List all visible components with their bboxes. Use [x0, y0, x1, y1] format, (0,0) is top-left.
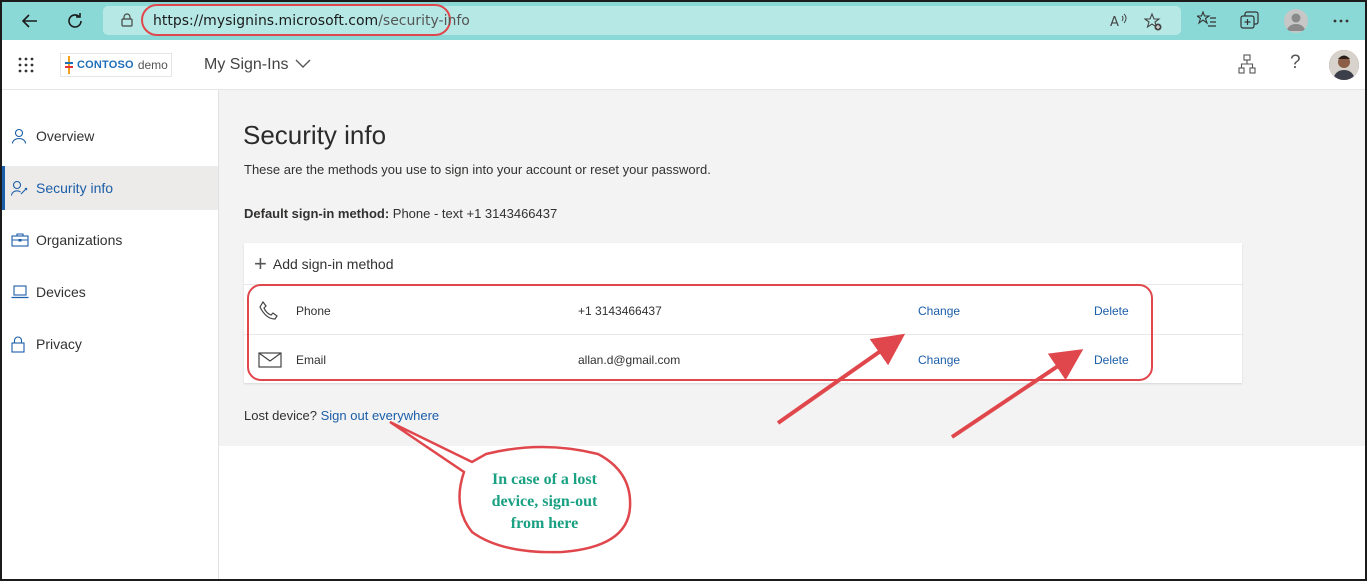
method-row-phone: Phone +1 3143466437 Change Delete	[244, 286, 1242, 335]
add-sign-in-method-button[interactable]: + Add sign-in method	[244, 243, 1242, 285]
user-photo-icon	[1329, 50, 1359, 80]
org-chart-icon[interactable]	[1238, 54, 1256, 74]
sign-out-everywhere-link[interactable]: Sign out everywhere	[321, 408, 440, 423]
change-phone-link[interactable]: Change	[918, 304, 960, 318]
contoso-logo-icon	[65, 56, 73, 74]
browser-profile-avatar[interactable]	[1284, 9, 1308, 33]
more-menu-icon[interactable]	[1333, 19, 1349, 23]
person-icon	[11, 127, 31, 145]
plus-icon: +	[254, 250, 267, 276]
sidebar-item-privacy[interactable]: Privacy	[2, 322, 218, 366]
lost-device-label: Lost device?	[244, 408, 317, 423]
mail-icon	[258, 352, 282, 368]
app-header: CONTOSO demo My Sign-Ins ?	[2, 40, 1365, 90]
main-content: Security info These are the methods you …	[219, 90, 1365, 446]
sidebar-item-label: Overview	[36, 128, 95, 144]
callout-text: In case of a lost device, sign-out from …	[472, 469, 617, 535]
back-button[interactable]	[19, 10, 41, 32]
app-title[interactable]: My Sign-Ins	[204, 56, 288, 74]
app-launcher-icon[interactable]	[18, 57, 34, 73]
delete-email-link[interactable]: Delete	[1094, 353, 1129, 367]
delete-phone-link[interactable]: Delete	[1094, 304, 1129, 318]
default-sign-in-method: Default sign-in method: Phone - text +1 …	[244, 206, 557, 221]
sidebar-item-security-info[interactable]: Security info	[2, 166, 218, 210]
method-type: Phone	[296, 304, 331, 318]
add-method-label: Add sign-in method	[272, 255, 394, 272]
url-text[interactable]: https://mysignins.microsoft.com/security…	[153, 13, 470, 29]
callout-line-3: from here	[510, 515, 579, 532]
callout-line-2: device, sign-out	[491, 493, 598, 510]
page-description: These are the methods you use to sign in…	[244, 162, 711, 177]
sidebar-nav: Overview Security info Organizations Dev…	[2, 90, 219, 579]
svg-text:A: A	[1110, 15, 1119, 29]
user-avatar[interactable]	[1329, 50, 1359, 80]
lock-icon	[121, 13, 133, 27]
method-type: Email	[296, 353, 327, 367]
chevron-down-icon[interactable]	[295, 59, 311, 69]
method-value: +1 3143466437	[578, 304, 662, 318]
briefcase-icon	[11, 231, 31, 249]
change-email-link[interactable]: Change	[918, 353, 960, 367]
sidebar-item-label: Organizations	[36, 232, 123, 248]
window-frame: https://mysignins.microsoft.com/security…	[0, 0, 1367, 581]
sidebar-item-organizations[interactable]: Organizations	[2, 218, 218, 262]
sidebar-item-label: Devices	[36, 284, 86, 300]
url-path: /security-info	[378, 13, 470, 29]
sidebar-item-devices[interactable]: Devices	[2, 270, 218, 314]
refresh-icon	[68, 13, 82, 28]
url-highlight: https://mysignins.microsoft.com/security…	[141, 4, 470, 36]
person-key-icon	[11, 179, 31, 197]
back-arrow-icon	[21, 14, 37, 28]
help-icon[interactable]: ?	[1290, 52, 1301, 74]
company-logo[interactable]: CONTOSO demo	[60, 53, 172, 77]
default-method-label: Default sign-in method:	[244, 206, 390, 221]
methods-card: + Add sign-in method Phone +1 3143466437…	[244, 243, 1242, 383]
logo-brand: CONTOSO	[77, 59, 134, 71]
url-domain: https://mysignins.microsoft.com	[153, 13, 379, 29]
default-method-value: Phone - text +1 3143466437	[389, 206, 558, 221]
collections-icon[interactable]	[1240, 11, 1260, 29]
refresh-button[interactable]	[64, 10, 86, 32]
lost-device-section: Lost device? Sign out everywhere	[244, 408, 439, 423]
logo-suffix: demo	[137, 58, 168, 72]
method-row-email: Email allan.d@gmail.com Change Delete	[244, 335, 1242, 384]
browser-toolbar: https://mysignins.microsoft.com/security…	[2, 2, 1365, 40]
laptop-icon	[11, 283, 31, 301]
address-bar[interactable]: https://mysignins.microsoft.com/security…	[103, 4, 1181, 36]
sidebar-item-label: Security info	[36, 180, 114, 196]
method-value: allan.d@gmail.com	[578, 353, 681, 367]
lock-icon	[11, 335, 31, 353]
callout-line-1: In case of a lost	[492, 471, 597, 488]
profile-icon	[1287, 13, 1305, 31]
phone-icon	[259, 300, 278, 320]
sidebar-item-label: Privacy	[36, 336, 82, 352]
read-aloud-icon[interactable]: A	[1110, 13, 1128, 29]
page-title: Security info	[243, 120, 387, 150]
favorite-add-icon[interactable]	[1144, 13, 1162, 31]
sidebar-item-overview[interactable]: Overview	[2, 114, 218, 158]
favorites-icon[interactable]	[1197, 11, 1217, 29]
